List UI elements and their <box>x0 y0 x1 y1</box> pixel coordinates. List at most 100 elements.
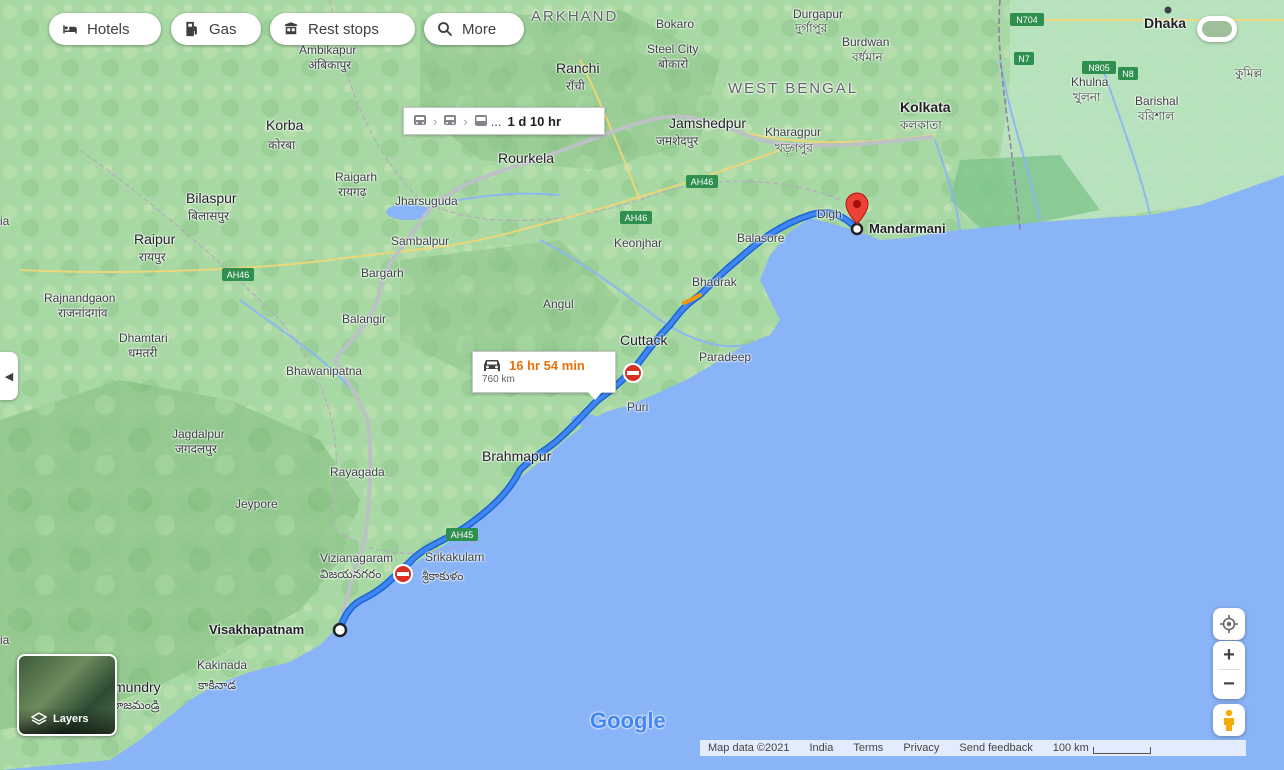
destination-label[interactable]: Mandarmani <box>869 222 946 236</box>
driving-duration: 16 hr 54 min <box>509 357 585 373</box>
rest-stops-chip[interactable]: Rest stops <box>270 13 415 45</box>
city-label-local: কুমিল্ল <box>1235 66 1263 80</box>
apps-toggle[interactable] <box>1197 16 1237 42</box>
chevron-right-icon: › <box>463 113 468 129</box>
hotels-chip[interactable]: Hotels <box>49 13 161 45</box>
scale-bar <box>1092 746 1151 754</box>
city-label[interactable]: Bhadrak <box>692 275 737 289</box>
transit-route-callout[interactable]: › › ... 1 d 10 hr <box>403 107 605 135</box>
driving-route-callout[interactable]: 16 hr 54 min 760 km <box>472 351 616 393</box>
road-closure-icon[interactable] <box>393 564 413 584</box>
city-label[interactable]: Dhaka <box>1144 16 1186 30</box>
city-label[interactable]: Brahmapur <box>482 449 551 463</box>
gas-chip[interactable]: Gas <box>171 13 261 45</box>
city-label[interactable]: Balasore <box>737 231 784 245</box>
city-label[interactable]: Ambikapur <box>299 43 356 57</box>
driving-distance: 760 km <box>482 374 515 385</box>
city-label[interactable]: Bokaro <box>656 17 694 31</box>
city-label-local: कोरबा <box>268 138 296 152</box>
city-label[interactable]: Kharagpur <box>765 125 821 139</box>
city-label[interactable]: Ranchi <box>556 61 600 75</box>
expand-panel-button[interactable]: ◀ <box>0 352 18 400</box>
svg-text:N704: N704 <box>1016 15 1038 25</box>
city-label-local: राजनांदगांव <box>58 306 108 320</box>
more-label: More <box>462 20 497 38</box>
city-label-local: দুর্গাপুর <box>795 21 828 35</box>
terms-link[interactable]: Terms <box>845 742 895 754</box>
city-label[interactable]: Bilaspur <box>186 191 237 205</box>
city-label[interactable]: Barishal <box>1135 94 1178 108</box>
city-label[interactable]: Khulna <box>1071 75 1108 89</box>
privacy-link[interactable]: Privacy <box>895 742 951 754</box>
shield-n8: N8 <box>1118 67 1138 80</box>
city-label[interactable]: Angul <box>543 297 574 311</box>
city-label[interactable]: Jeypore <box>235 497 278 511</box>
origin-marker-icon[interactable] <box>332 622 348 638</box>
city-label[interactable]: Raipur <box>134 232 175 246</box>
city-label[interactable]: mundry <box>114 680 161 694</box>
city-label[interactable]: Raigarh <box>335 170 377 184</box>
city-label-local: কলকাতা <box>900 118 942 132</box>
shield-n805: N805 <box>1082 61 1116 74</box>
chevron-left-icon: ◀ <box>4 370 14 383</box>
city-label[interactable]: Vizianagaram <box>320 551 393 565</box>
city-label[interactable]: Puri <box>627 400 648 414</box>
city-label[interactable]: Paradeep <box>699 350 751 364</box>
google-logo-text: Google <box>590 708 666 733</box>
layers-button[interactable]: Layers <box>17 654 117 736</box>
city-label[interactable]: Balangir <box>342 312 386 326</box>
region-label: WEST BENGAL <box>728 80 859 97</box>
city-label[interactable]: Bhawanipatna <box>286 364 362 378</box>
zoom-in-button[interactable]: + <box>1213 641 1245 669</box>
city-label-local: రాజమండ్రి <box>112 698 160 712</box>
map-canvas[interactable]: AH46 AH46 AH46 AH45 N704 N7 N805 N8 <box>0 0 1284 770</box>
city-label[interactable]: Jharsuguda <box>395 194 458 208</box>
search-icon <box>438 22 452 36</box>
shield-ah45: AH45 <box>446 528 478 541</box>
city-label[interactable]: Jamshedpur <box>669 116 746 130</box>
callout-pointer <box>588 392 602 400</box>
india-link[interactable]: India <box>802 742 846 754</box>
city-label[interactable]: Dhamtari <box>119 331 168 345</box>
city-label[interactable]: Cuttack <box>620 333 667 347</box>
city-label-local: కాకినాడ <box>198 678 237 692</box>
city-label[interactable]: Kolkata <box>900 100 951 114</box>
city-label[interactable]: Rourkela <box>498 151 554 165</box>
more-chip[interactable]: More <box>424 13 524 45</box>
city-label[interactable]: Digh <box>817 207 842 221</box>
train-icon <box>444 115 457 125</box>
city-label[interactable]: Rajnandgaon <box>44 291 115 305</box>
city-label[interactable]: Sambalpur <box>391 234 449 248</box>
city-label-local: విజయనగరం <box>320 567 382 581</box>
zoom-out-button[interactable]: − <box>1213 670 1245 698</box>
gas-label: Gas <box>209 20 237 38</box>
city-label-local: বর্ধমান <box>852 50 883 64</box>
city-label[interactable]: Keonjhar <box>614 236 662 250</box>
city-label-local: रायगढ़ <box>338 185 367 199</box>
city-label[interactable]: Korba <box>266 118 303 132</box>
send-feedback-link[interactable]: Send feedback <box>951 742 1044 754</box>
map-thumbnail-icon <box>1202 21 1232 37</box>
svg-text:N8: N8 <box>1122 69 1134 79</box>
city-label[interactable]: Rayagada <box>330 465 385 479</box>
street-view-button[interactable] <box>1213 704 1245 736</box>
zoom-control: + − <box>1213 641 1245 699</box>
my-location-button[interactable] <box>1213 608 1245 640</box>
road-closure-icon[interactable] <box>623 363 643 383</box>
city-label[interactable]: Kakinada <box>197 658 247 672</box>
city-label-local: বরিশাল <box>1138 109 1175 123</box>
city-label[interactable]: Bargarh <box>361 266 404 280</box>
city-label-local: जगदलपुर <box>175 442 217 456</box>
city-label[interactable]: Jagdalpur <box>172 427 225 441</box>
scale-label[interactable]: 100 km <box>1045 742 1093 754</box>
bed-icon <box>63 25 77 34</box>
city-label[interactable]: Durgapur <box>793 7 843 21</box>
transit-duration: 1 d 10 hr <box>507 113 561 129</box>
svg-text:AH46: AH46 <box>625 213 648 223</box>
city-label-local: रायपुर <box>139 250 166 264</box>
city-label[interactable]: Burdwan <box>842 35 889 49</box>
city-label-local: राँची <box>566 79 585 93</box>
city-label[interactable]: Srikakulam <box>425 550 484 564</box>
origin-label[interactable]: Visakhapatnam <box>209 623 304 637</box>
pegman-icon <box>1224 709 1234 731</box>
